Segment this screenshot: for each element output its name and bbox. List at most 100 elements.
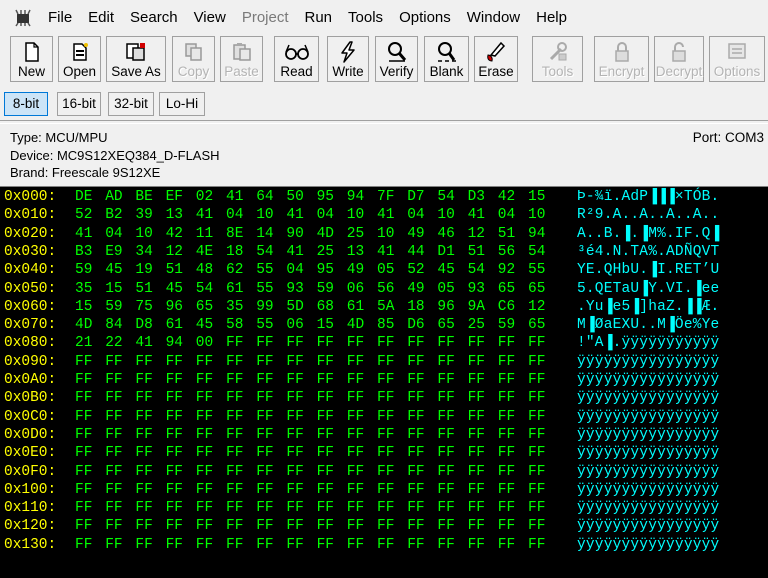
hex-byte[interactable]: FF: [347, 482, 364, 498]
hex-byte[interactable]: 48: [196, 262, 213, 278]
hex-byte[interactable]: FF: [407, 518, 424, 534]
hex-byte[interactable]: FF: [256, 537, 273, 553]
hex-byte[interactable]: 21: [75, 335, 92, 351]
mode-8bit-button[interactable]: 8-bit: [4, 92, 48, 116]
hex-byte[interactable]: FF: [528, 372, 545, 388]
hex-byte[interactable]: FF: [498, 427, 515, 443]
hex-byte[interactable]: 65: [498, 281, 515, 297]
hex-byte[interactable]: FF: [286, 464, 303, 480]
hex-byte[interactable]: 25: [347, 226, 364, 242]
hex-byte[interactable]: 15: [75, 299, 92, 315]
hex-ascii[interactable]: YE.QHbU.▐I.RET’U: [577, 262, 719, 278]
hex-byte[interactable]: 18: [407, 299, 424, 315]
hex-byte[interactable]: FF: [196, 500, 213, 516]
hex-byte[interactable]: FF: [166, 354, 183, 370]
hex-byte[interactable]: FF: [286, 335, 303, 351]
hex-byte[interactable]: 44: [407, 244, 424, 260]
menu-window[interactable]: Window: [459, 0, 528, 36]
hex-byte[interactable]: 39: [135, 207, 152, 223]
hex-byte[interactable]: FF: [377, 354, 394, 370]
hex-byte[interactable]: FF: [135, 354, 152, 370]
hex-byte[interactable]: FF: [256, 500, 273, 516]
hex-byte[interactable]: 58: [226, 317, 243, 333]
hex-byte[interactable]: 51: [166, 262, 183, 278]
hex-byte[interactable]: FF: [75, 427, 92, 443]
hex-ascii[interactable]: ÿÿÿÿÿÿÿÿÿÿÿÿÿÿÿÿ: [577, 427, 719, 443]
hex-byte[interactable]: 4D: [75, 317, 92, 333]
hex-byte[interactable]: FF: [135, 390, 152, 406]
hex-byte[interactable]: FF: [135, 409, 152, 425]
hex-byte[interactable]: FF: [407, 445, 424, 461]
hex-byte[interactable]: FF: [196, 354, 213, 370]
hex-byte[interactable]: FF: [347, 335, 364, 351]
hex-byte[interactable]: 15: [317, 317, 334, 333]
hex-byte[interactable]: FF: [468, 354, 485, 370]
hex-byte[interactable]: FF: [105, 354, 122, 370]
hex-byte[interactable]: FF: [317, 354, 334, 370]
hex-byte[interactable]: 54: [256, 244, 273, 260]
hex-byte[interactable]: FF: [105, 537, 122, 553]
hex-byte[interactable]: FF: [347, 390, 364, 406]
hex-byte[interactable]: FF: [256, 372, 273, 388]
hex-byte[interactable]: FF: [256, 354, 273, 370]
hex-byte[interactable]: 42: [166, 226, 183, 242]
hex-byte[interactable]: 84: [105, 317, 122, 333]
hex-byte[interactable]: FF: [498, 390, 515, 406]
hex-byte[interactable]: FF: [226, 390, 243, 406]
hex-byte[interactable]: 05: [377, 262, 394, 278]
hex-byte[interactable]: FF: [135, 518, 152, 534]
hex-byte[interactable]: FF: [317, 427, 334, 443]
hex-byte[interactable]: FF: [407, 390, 424, 406]
hex-byte[interactable]: 25: [317, 244, 334, 260]
hex-byte[interactable]: 61: [166, 317, 183, 333]
hex-byte[interactable]: EF: [166, 189, 183, 205]
hex-byte[interactable]: 65: [528, 317, 545, 333]
hex-byte[interactable]: 13: [166, 207, 183, 223]
hex-byte[interactable]: 4E: [196, 244, 213, 260]
hex-byte[interactable]: FF: [196, 537, 213, 553]
hex-byte[interactable]: FF: [347, 372, 364, 388]
hex-byte[interactable]: FF: [468, 500, 485, 516]
hex-byte[interactable]: 95: [317, 262, 334, 278]
hex-ascii[interactable]: ÿÿÿÿÿÿÿÿÿÿÿÿÿÿÿÿ: [577, 390, 719, 406]
hex-byte[interactable]: FF: [166, 427, 183, 443]
hex-byte[interactable]: FF: [407, 335, 424, 351]
hex-byte[interactable]: 56: [498, 244, 515, 260]
hex-byte[interactable]: FF: [226, 427, 243, 443]
hex-byte[interactable]: FF: [226, 464, 243, 480]
hex-byte[interactable]: 10: [256, 207, 273, 223]
menu-search[interactable]: Search: [122, 0, 186, 36]
hex-byte[interactable]: 59: [317, 281, 334, 297]
hex-byte[interactable]: FF: [437, 409, 454, 425]
hex-byte[interactable]: 61: [226, 281, 243, 297]
hex-byte[interactable]: D7: [407, 189, 424, 205]
hex-byte[interactable]: FF: [377, 335, 394, 351]
hex-byte[interactable]: 5D: [286, 299, 303, 315]
hex-byte[interactable]: 06: [286, 317, 303, 333]
hex-byte[interactable]: 41: [196, 207, 213, 223]
hex-byte[interactable]: 50: [286, 189, 303, 205]
hex-byte[interactable]: FF: [437, 500, 454, 516]
hex-byte[interactable]: 4D: [317, 226, 334, 242]
hex-byte[interactable]: 59: [105, 299, 122, 315]
hex-byte[interactable]: 93: [468, 281, 485, 297]
hex-byte[interactable]: 55: [256, 317, 273, 333]
hex-byte[interactable]: FF: [196, 427, 213, 443]
hex-byte[interactable]: FF: [286, 372, 303, 388]
hex-byte[interactable]: FF: [377, 537, 394, 553]
menu-options[interactable]: Options: [391, 0, 459, 36]
hex-byte[interactable]: FF: [468, 518, 485, 534]
mode-lohi-button[interactable]: Lo-Hi: [159, 92, 205, 116]
hex-byte[interactable]: FF: [256, 427, 273, 443]
hex-byte[interactable]: FF: [105, 464, 122, 480]
hex-byte[interactable]: FF: [437, 445, 454, 461]
hex-byte[interactable]: FF: [75, 354, 92, 370]
hex-byte[interactable]: FF: [437, 464, 454, 480]
hex-byte[interactable]: FF: [377, 427, 394, 443]
hex-byte[interactable]: FF: [196, 482, 213, 498]
hex-byte[interactable]: 51: [135, 281, 152, 297]
hex-byte[interactable]: FF: [437, 537, 454, 553]
hex-byte[interactable]: 56: [377, 281, 394, 297]
hex-byte[interactable]: 54: [437, 189, 454, 205]
hex-byte[interactable]: 41: [75, 226, 92, 242]
